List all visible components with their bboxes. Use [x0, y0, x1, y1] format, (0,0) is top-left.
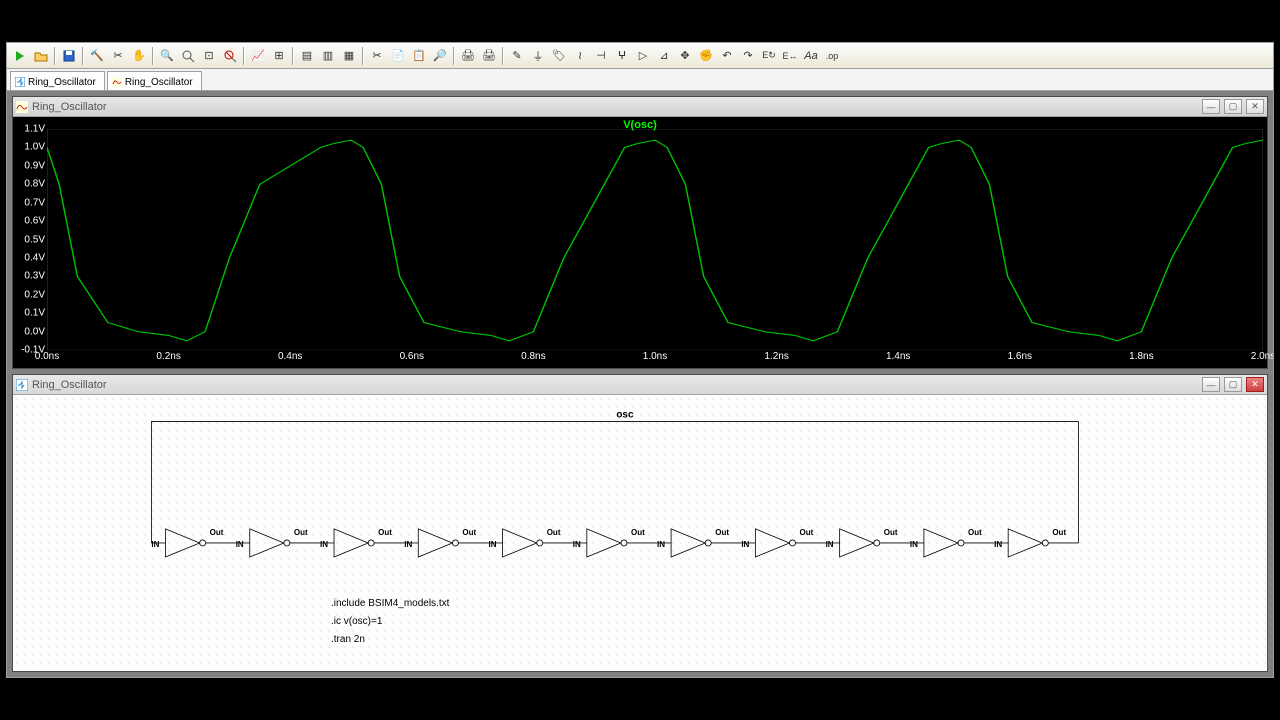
close-button[interactable]: ✕ [1246, 99, 1264, 114]
document-tabbar: Ring_Oscillator Ring_Oscillator [7, 69, 1273, 91]
zoom-in-icon[interactable]: 🔍 [157, 46, 177, 66]
wire-icon[interactable]: ✎ [507, 46, 527, 66]
find-icon[interactable]: 🔎 [430, 46, 450, 66]
copy-icon[interactable]: 📄 [388, 46, 408, 66]
undo-icon[interactable]: ↶ [717, 46, 737, 66]
zoom-out-icon[interactable] [178, 46, 198, 66]
maximize-button[interactable]: ▢ [1224, 377, 1242, 392]
waveform-plot-area[interactable]: V(osc) 1.1V1.0V0.9V0.8V0.7V0.6V0.5V0.4V0… [13, 117, 1267, 368]
svg-text:Out: Out [547, 528, 561, 537]
waveform-icon [112, 77, 122, 87]
main-toolbar: 🔨 ✂ ✋ 🔍 ⊡ 📈 ⊞ ▤ ▥ ▦ ✂ 📄 📋 🔎 🖨 🖨 ✎ ⏚ 🏷 ≀ … [7, 43, 1273, 69]
separator [243, 47, 245, 65]
svg-text:IN: IN [573, 540, 581, 549]
tab-label: Ring_Oscillator [125, 77, 193, 88]
capacitor-icon[interactable]: ⊣ [591, 46, 611, 66]
svg-text:IN: IN [910, 540, 918, 549]
svg-text:Out: Out [884, 528, 898, 537]
tile-h-icon[interactable]: ▤ [297, 46, 317, 66]
open-icon[interactable] [31, 46, 51, 66]
autorange-icon[interactable]: 📈 [248, 46, 268, 66]
svg-text:Out: Out [968, 528, 982, 537]
print-setup-icon[interactable]: 🖨 [479, 46, 499, 66]
svg-text:IN: IN [404, 540, 412, 549]
paste-icon[interactable]: 📋 [409, 46, 429, 66]
resistor-icon[interactable]: ≀ [570, 46, 590, 66]
separator [152, 47, 154, 65]
waveform-window: Ring_Oscillator — ▢ ✕ V(osc) 1.1V1.0V0.9… [12, 96, 1268, 369]
text-icon[interactable]: Aa [801, 46, 821, 66]
cut-icon[interactable]: ✂ [367, 46, 387, 66]
separator [362, 47, 364, 65]
y-axis: 1.1V1.0V0.9V0.8V0.7V0.6V0.5V0.4V0.3V0.2V… [13, 129, 47, 350]
scissors-icon[interactable]: ✂ [108, 46, 128, 66]
svg-text:Out: Out [1052, 528, 1066, 537]
waveform-icon [16, 101, 28, 113]
window-title: Ring_Oscillator [32, 101, 107, 113]
separator [453, 47, 455, 65]
plot-canvas[interactable] [47, 129, 1263, 350]
svg-text:IN: IN [826, 540, 834, 549]
inductor-icon[interactable]: ⵖ [612, 46, 632, 66]
print-icon[interactable]: 🖨 [458, 46, 478, 66]
component-icon[interactable]: ⊿ [654, 46, 674, 66]
x-axis: 0.0ns0.2ns0.4ns0.6ns0.8ns1.0ns1.2ns1.4ns… [47, 350, 1263, 368]
minimize-button[interactable]: — [1202, 99, 1220, 114]
tab-schematic[interactable]: Ring_Oscillator [10, 71, 105, 90]
minimize-button[interactable]: — [1202, 377, 1220, 392]
run-icon[interactable] [10, 46, 30, 66]
hammer-icon[interactable]: 🔨 [87, 46, 107, 66]
tab-label: Ring_Oscillator [28, 77, 96, 88]
svg-text:IN: IN [320, 540, 328, 549]
ground-icon[interactable]: ⏚ [528, 46, 548, 66]
svg-text:IN: IN [236, 540, 244, 549]
tab-waveform[interactable]: Ring_Oscillator [107, 71, 202, 90]
separator [502, 47, 504, 65]
svg-text:IN: IN [741, 540, 749, 549]
hand-icon[interactable]: ✋ [129, 46, 149, 66]
svg-text:Out: Out [462, 528, 476, 537]
separator [292, 47, 294, 65]
zoom-cancel-icon[interactable] [220, 46, 240, 66]
mdi-workspace: Ring_Oscillator — ▢ ✕ V(osc) 1.1V1.0V0.9… [7, 91, 1273, 677]
spice-directive-icon[interactable]: .op [822, 46, 842, 66]
svg-text:Out: Out [294, 528, 308, 537]
tile-v-icon[interactable]: ▥ [318, 46, 338, 66]
separator [82, 47, 84, 65]
cascade-icon[interactable]: ▦ [339, 46, 359, 66]
schematic-icon [15, 77, 25, 87]
svg-text:IN: IN [489, 540, 497, 549]
save-icon[interactable] [59, 46, 79, 66]
rotate-icon[interactable]: E↻ [759, 46, 779, 66]
svg-text:Out: Out [715, 528, 729, 537]
svg-text:IN: IN [151, 540, 159, 549]
zoom-fit-icon[interactable]: ⊡ [199, 46, 219, 66]
maximize-button[interactable]: ▢ [1224, 99, 1242, 114]
mirror-icon[interactable]: E↔ [780, 46, 800, 66]
schematic-canvas[interactable]: osc IN Out IN Out IN Out IN Out IN Out IN Out IN Out IN… [13, 395, 1267, 671]
svg-text:IN: IN [994, 540, 1002, 549]
schematic-window: Ring_Oscillator — ▢ ✕ osc IN Out IN Out IN Out… [12, 374, 1268, 672]
window-title: Ring_Oscillator [32, 379, 107, 391]
svg-text:Out: Out [631, 528, 645, 537]
waveform-titlebar[interactable]: Ring_Oscillator — ▢ ✕ [13, 97, 1267, 117]
close-button[interactable]: ✕ [1246, 377, 1264, 392]
label-icon[interactable]: 🏷 [549, 46, 569, 66]
svg-text:IN: IN [657, 540, 665, 549]
diode-icon[interactable]: ▷ [633, 46, 653, 66]
spice-directives[interactable]: .include BSIM4_models.txt.ic v(osc)=1.tr… [331, 595, 449, 649]
svg-text:Out: Out [800, 528, 814, 537]
drag-icon[interactable]: ✊ [696, 46, 716, 66]
main-app: 🔨 ✂ ✋ 🔍 ⊡ 📈 ⊞ ▤ ▥ ▦ ✂ 📄 📋 🔎 🖨 🖨 ✎ ⏚ 🏷 ≀ … [6, 42, 1274, 678]
schematic-icon [16, 379, 28, 391]
move-icon[interactable]: ✥ [675, 46, 695, 66]
svg-text:osc: osc [616, 410, 634, 421]
svg-text:Out: Out [210, 528, 224, 537]
separator [54, 47, 56, 65]
grid-icon[interactable]: ⊞ [269, 46, 289, 66]
schematic-titlebar[interactable]: Ring_Oscillator — ▢ ✕ [13, 375, 1267, 395]
redo-icon[interactable]: ↷ [738, 46, 758, 66]
svg-text:Out: Out [378, 528, 392, 537]
